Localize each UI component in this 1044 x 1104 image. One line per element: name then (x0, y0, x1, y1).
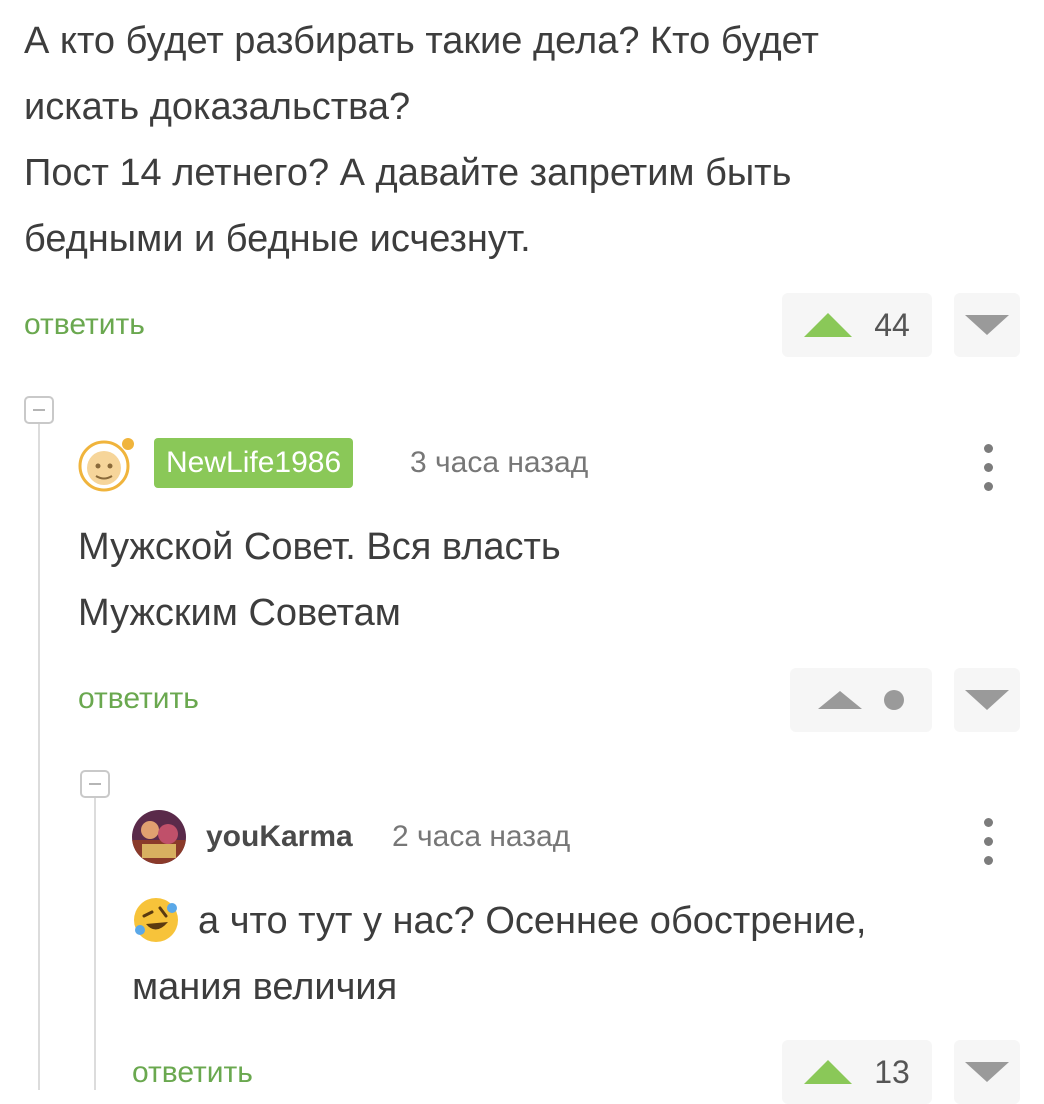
avatar-icon (78, 438, 134, 492)
comment-1-time: 3 часа назад (410, 446, 589, 479)
comment-2-rating: 13 (874, 1053, 910, 1090)
avatar[interactable] (132, 810, 186, 864)
parent-rating: 44 (874, 306, 910, 343)
comment-1-text: Мужской Совет. Вся власть Мужским Совета… (78, 514, 1018, 646)
comment-1-downvote-button[interactable] (954, 668, 1020, 732)
thread-line (38, 424, 40, 1090)
parent-upvote-area[interactable]: 44 (782, 293, 932, 357)
parent-downvote-button[interactable] (954, 293, 1020, 357)
avatar-image-icon (132, 810, 186, 864)
comment-1-upvote-area[interactable] (790, 668, 932, 732)
more-options-icon[interactable] (983, 444, 993, 491)
comment-2-username[interactable]: youKarma (206, 820, 353, 854)
comment-2-line: мания величия (132, 966, 398, 1008)
parent-reply-link[interactable]: ответить (24, 308, 145, 342)
comment-1-username[interactable]: NewLife1986 (154, 438, 354, 488)
collapse-thread-button[interactable] (80, 770, 110, 798)
parent-comment-text: А кто будет разбирать такие дела? Кто бу… (24, 8, 1024, 272)
more-options-icon[interactable] (983, 818, 993, 865)
downvote-arrow-icon (965, 1062, 1009, 1082)
comment-1-line: Мужской Совет. Вся власть (78, 526, 561, 568)
comment-2-line: а что тут у нас? Осеннее обострение, (198, 900, 867, 942)
parent-comment-line: А кто будет разбирать такие дела? Кто бу… (24, 20, 819, 62)
comment-2-downvote-button[interactable] (954, 1040, 1020, 1104)
collapse-thread-button[interactable] (24, 396, 54, 424)
avatar[interactable] (78, 436, 134, 492)
downvote-arrow-icon (965, 315, 1009, 335)
comment-2-reply-link[interactable]: ответить (132, 1056, 253, 1090)
comment-1-line: Мужским Советам (78, 592, 401, 634)
thread-line (94, 798, 96, 1090)
comment-2-time: 2 часа назад (392, 820, 571, 853)
downvote-arrow-icon (965, 690, 1009, 710)
rating-hidden-dot-icon (884, 690, 904, 710)
upvote-arrow-icon[interactable] (804, 1060, 853, 1084)
parent-comment-line: искать доказальства? (24, 86, 411, 128)
upvote-arrow-icon[interactable] (818, 691, 862, 709)
comment-1-reply-link[interactable]: ответить (78, 682, 199, 716)
parent-comment-line: бедными и бедные исчезнут. (24, 218, 531, 260)
upvote-arrow-icon[interactable] (804, 313, 853, 337)
comment-2-text: а что тут у нас? Осеннее обострение, ман… (132, 888, 1022, 1020)
parent-comment-line: Пост 14 летнего? А давайте запретим быть (24, 152, 792, 194)
comment-2-upvote-area[interactable]: 13 (782, 1040, 932, 1104)
